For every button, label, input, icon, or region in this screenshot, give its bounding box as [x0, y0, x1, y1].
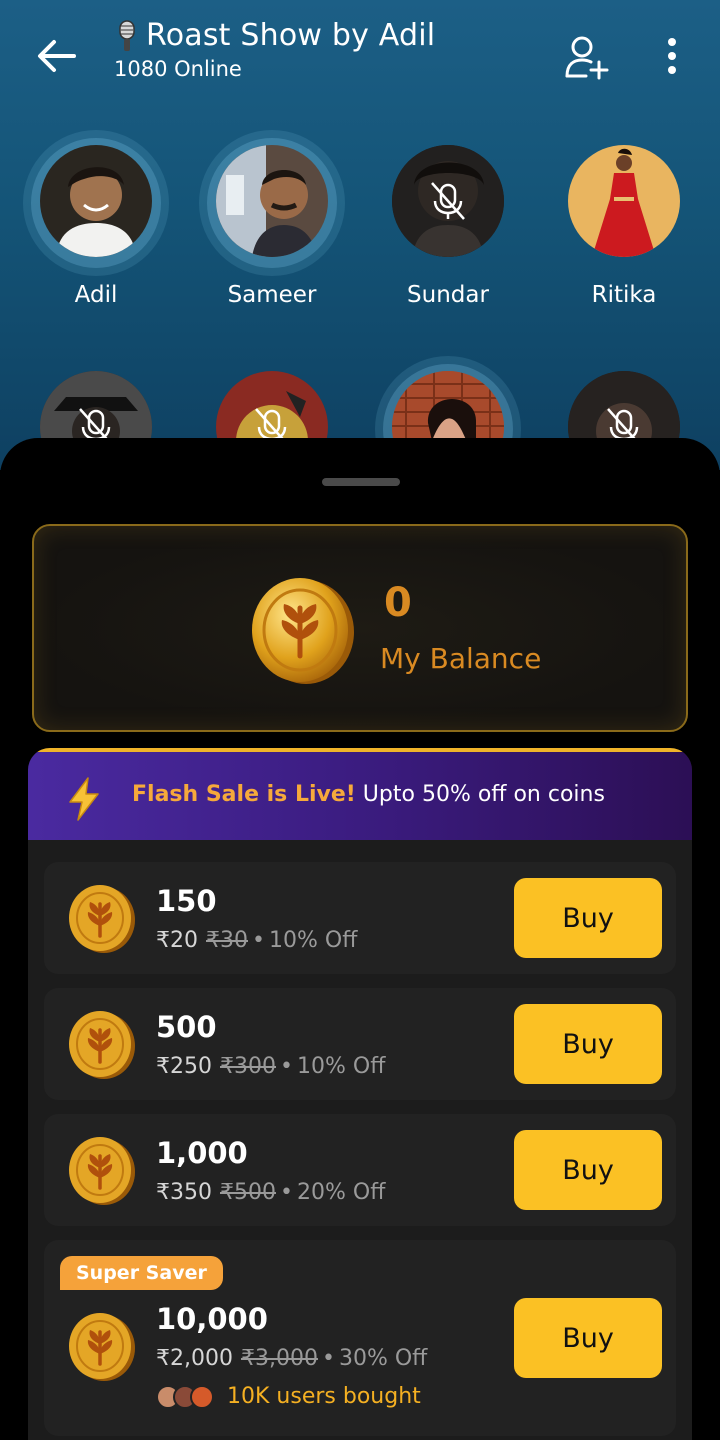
pack-coins: 500 [156, 1010, 217, 1044]
microphone-icon [119, 19, 135, 51]
pack-coins: 150 [156, 884, 217, 918]
room-title-block: Roast Show by Adil 1080 Online [112, 18, 435, 81]
coin-icon [69, 1011, 135, 1079]
buyer-avatar [190, 1384, 214, 1409]
lightning-bolt-icon [69, 777, 99, 821]
more-vertical-icon [668, 38, 676, 74]
pack-price: ₹350 [156, 1180, 212, 1205]
coin-pack: 500 ₹250 ₹300 • 10% Off Buy [44, 988, 676, 1100]
pack-discount: 10% Off [268, 928, 358, 953]
add-user-icon [565, 36, 609, 80]
speaker-name: Adil [74, 282, 118, 308]
mic-off-icon [431, 182, 465, 220]
coin-pack: 1,000 ₹350 ₹500 • 20% Off Buy [44, 1114, 676, 1226]
app-header: Roast Show by Adil 1080 Online [0, 0, 720, 110]
flash-sale-banner: Flash Sale is Live! Upto 50% off on coin… [28, 752, 692, 840]
balance-value: 0 [384, 580, 412, 626]
avatar [40, 145, 152, 257]
flash-sale-highlight: Flash Sale is Live! [132, 782, 356, 807]
buy-coins-sheet: 0 My Balance Flash Sale is Live! Upto 50… [0, 438, 720, 1440]
pack-price: ₹2,000 [156, 1346, 233, 1371]
coin-icon [69, 1137, 135, 1205]
buy-button[interactable]: Buy [514, 878, 662, 958]
pack-old-price: ₹30 [206, 928, 248, 953]
pack-price: ₹250 [156, 1054, 212, 1079]
speaker-name: Sundar [407, 282, 489, 308]
balance-label: My Balance [380, 642, 542, 675]
room-title: Roast Show by Adil [146, 18, 436, 53]
back-arrow-icon [38, 40, 76, 72]
pack-old-price: ₹300 [220, 1054, 276, 1079]
sheet-drag-handle[interactable] [322, 478, 400, 486]
coin-icon [252, 578, 354, 684]
room-area: Roast Show by Adil 1080 Online Adil Same… [0, 0, 720, 470]
back-button[interactable] [34, 34, 78, 78]
online-count: 1080 Online [114, 57, 242, 81]
avatar [392, 145, 504, 257]
pack-coins: 1,000 [156, 1136, 248, 1170]
buy-button[interactable]: Buy [514, 1004, 662, 1084]
speaker-name: Sameer [227, 282, 317, 308]
coin-icon [69, 885, 135, 953]
super-saver-badge: Super Saver [60, 1256, 223, 1290]
coin-icon [69, 1313, 135, 1381]
coin-pack: 150 ₹20 ₹30 • 10% Off Buy [44, 862, 676, 974]
pack-old-price: ₹3,000 [240, 1346, 318, 1371]
avatar [568, 145, 680, 257]
more-options-button[interactable] [656, 34, 688, 78]
flash-sale-section: Flash Sale is Live! Upto 50% off on coin… [28, 748, 692, 1440]
buyers-count: 10K users bought [227, 1384, 421, 1409]
pack-old-price: ₹500 [220, 1180, 276, 1205]
buyers-social-proof: 10K users bought [156, 1384, 421, 1409]
balance-card: 0 My Balance [32, 524, 688, 732]
add-user-button[interactable] [562, 34, 612, 80]
buy-button[interactable]: Buy [514, 1298, 662, 1378]
buy-button[interactable]: Buy [514, 1130, 662, 1210]
avatar [216, 145, 328, 257]
flash-sale-text: Upto 50% off on coins [362, 782, 605, 807]
pack-discount: 10% Off [296, 1054, 386, 1079]
speaker-name: Ritika [591, 282, 657, 308]
pack-coins: 10,000 [156, 1302, 268, 1336]
pack-discount: 30% Off [338, 1346, 428, 1371]
pack-price: ₹20 [156, 928, 198, 953]
pack-discount: 20% Off [296, 1180, 386, 1205]
coin-pack-super-saver: Super Saver 10,000 ₹2,000 ₹3,000 • 30% Off … [44, 1240, 676, 1436]
